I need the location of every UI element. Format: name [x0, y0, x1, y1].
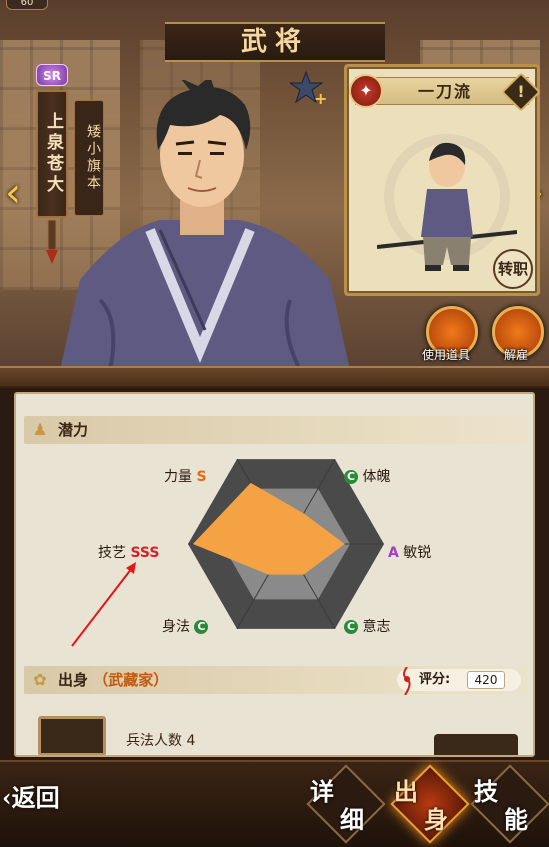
score-value: 420 [467, 671, 505, 689]
stat-will-grade: C [344, 620, 358, 634]
use-item-label: 使用道具 [422, 348, 471, 362]
skill-header: ✦ 一刀流 ! [349, 72, 541, 112]
stat-agility: 身法 C [162, 616, 209, 636]
tab-origin-char1: 出 [394, 777, 418, 806]
section-divider [0, 366, 549, 388]
annotation-arrow [71, 562, 136, 647]
red-knot-icon [403, 667, 411, 695]
character-display: 60 武将 SR 上泉苍大 矮小旗本 ‹ › + ✦ [0, 0, 549, 375]
skill-info-button[interactable]: ! [501, 72, 541, 112]
potential-icon: ♟ [32, 420, 48, 439]
tab-details-char2: 细 [340, 805, 364, 834]
stat-physique: C 体魄 [344, 466, 390, 486]
stat-acuity: A 敏锐 [388, 542, 431, 562]
info-panel: ♟ 潜力 力量 S C 体魄 A 敏锐 C 意志 身法 C 技艺 SSS ✿ 出… [14, 392, 535, 757]
stat-agility-label: 身法 [162, 619, 190, 635]
stat-will-label: 意志 [362, 619, 391, 635]
origin-header: ✿ 出身 （武藏家） 评分: 420 [24, 666, 527, 695]
stat-strength-grade: S [196, 469, 207, 485]
star-upgrade-icon[interactable]: + [290, 70, 326, 106]
transfer-seal-button[interactable]: 转职 [493, 249, 533, 289]
stat-acuity-grade: A [388, 545, 399, 561]
chibi-general-sprite [377, 134, 517, 271]
stat-will: C 意志 [344, 616, 390, 636]
page-title: 武将 [165, 22, 385, 62]
tab-origin[interactable]: 出 身 [390, 764, 470, 844]
stat-agility-grade: C [194, 620, 209, 634]
tab-skills-char2: 能 [504, 805, 528, 834]
score-label: 评分: [419, 672, 451, 687]
potential-title: 潜力 [58, 421, 89, 439]
origin-title-text: 出身 [58, 671, 89, 689]
skill-card[interactable]: ✦ 一刀流 ! 转职 [344, 64, 541, 296]
stat-skill-grade: SSS [130, 545, 160, 561]
tab-details[interactable]: 详 细 [306, 764, 386, 844]
stat-skill: 技艺 SSS [98, 542, 159, 562]
skill-emblem-icon: ✦ [349, 74, 383, 108]
prev-general-arrow[interactable]: ‹ [2, 165, 24, 221]
back-button[interactable]: ‹返回 [0, 776, 90, 820]
back-label: 返回 [11, 783, 60, 812]
stat-strength: 力量 S [164, 466, 207, 486]
general-portrait [60, 80, 350, 370]
level-badge: 60 [6, 0, 48, 10]
stat-physique-label: 体魄 [362, 469, 391, 485]
origin-title: 出身 （武藏家） [58, 666, 168, 694]
origin-family: （武藏家） [93, 671, 169, 689]
origin-item-icon [38, 716, 106, 755]
tab-details-char1: 详 [310, 777, 334, 806]
stat-strength-label: 力量 [164, 469, 192, 485]
tab-origin-char2: 身 [424, 805, 448, 834]
tab-skills-char1: 技 [474, 777, 498, 806]
dismiss-label: 解雇 [504, 348, 529, 362]
origin-flower-icon: ✿ [33, 670, 47, 689]
tab-skills[interactable]: 技 能 [470, 764, 549, 844]
skill-name: 一刀流 [417, 82, 472, 101]
bottom-navigation: ‹返回 详 细 出 身 技 能 [0, 760, 549, 847]
svg-text:+: + [314, 89, 326, 106]
origin-item-button[interactable] [434, 734, 518, 755]
warning-icon: ! [517, 82, 525, 101]
potential-header: ♟ 潜力 [24, 416, 527, 444]
stat-skill-label: 技艺 [98, 545, 126, 561]
score-box: 评分: 420 [397, 667, 521, 695]
stat-acuity-label: 敏锐 [403, 545, 432, 561]
stat-physique-grade: C [344, 470, 358, 484]
origin-item-text: 兵法人数 4 [126, 733, 196, 749]
